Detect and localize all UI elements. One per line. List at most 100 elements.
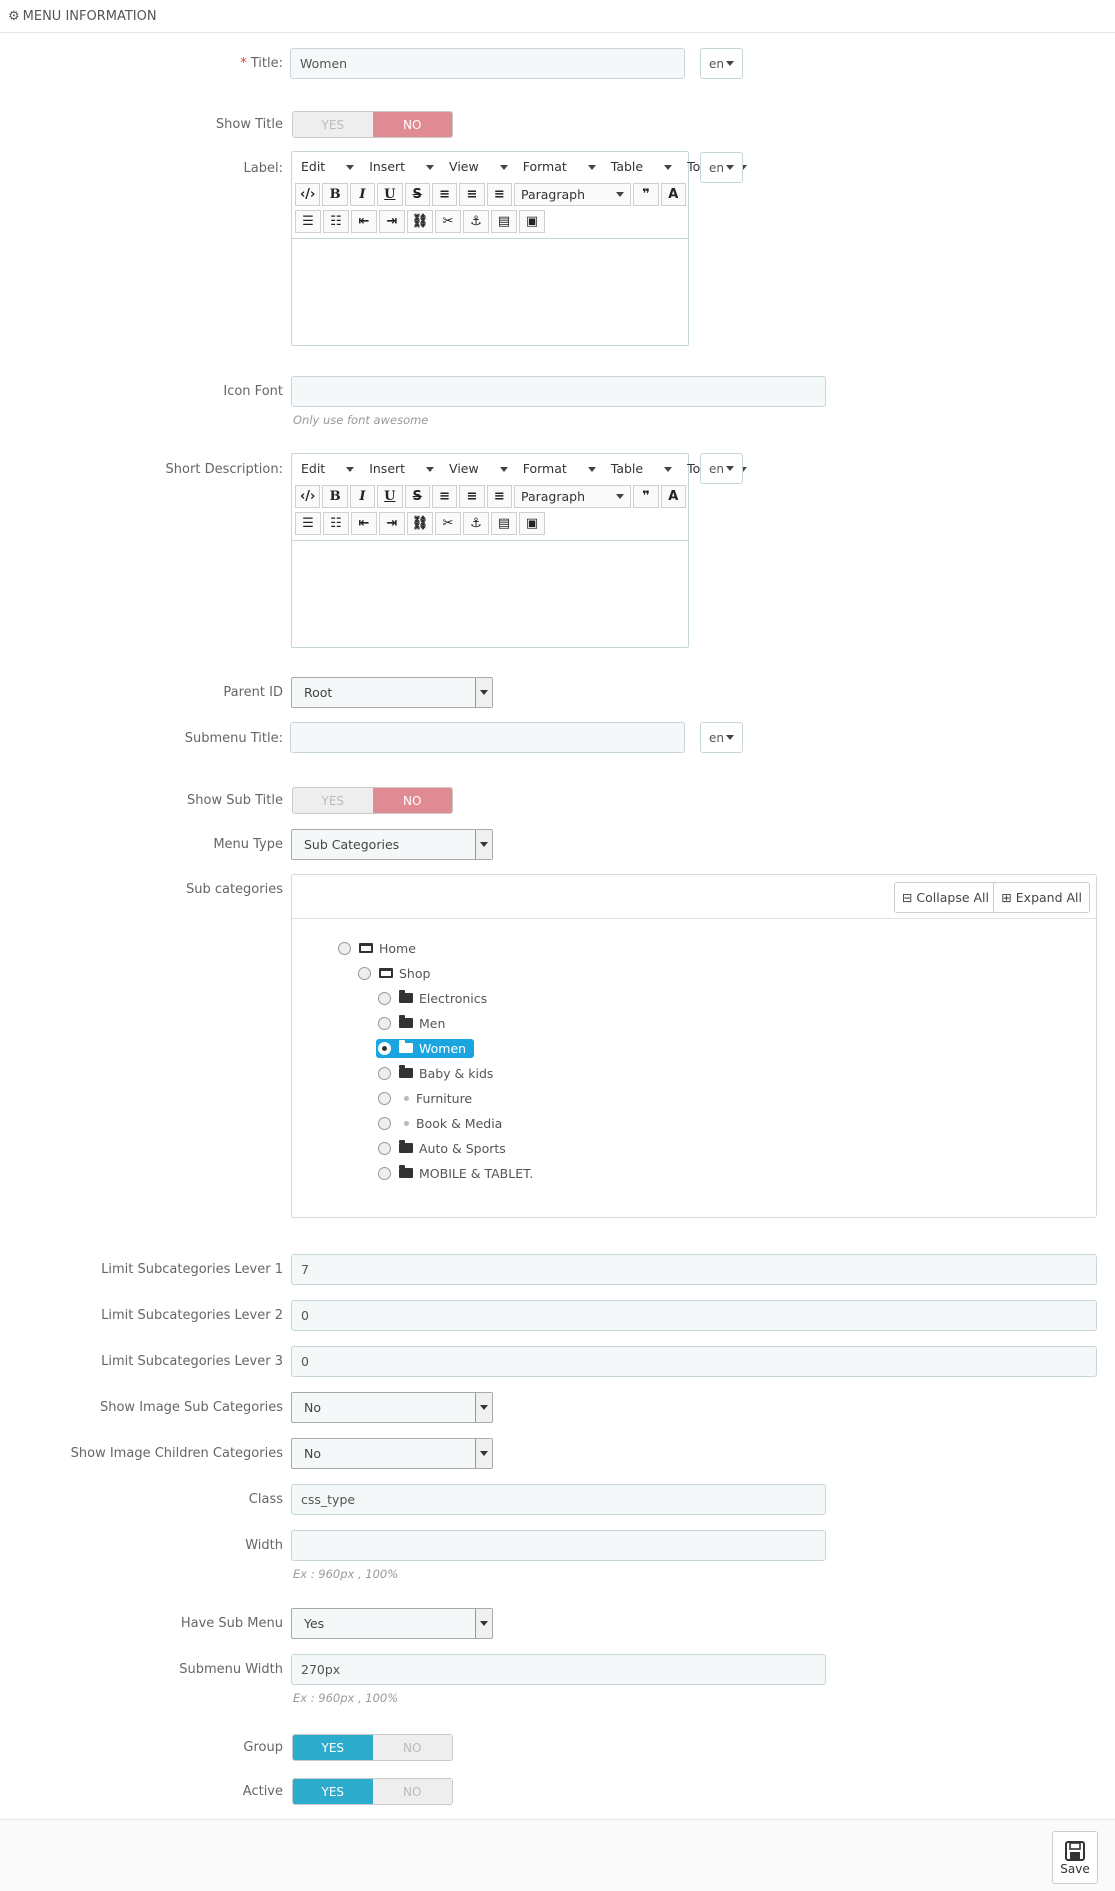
- link-icon[interactable]: ⛓: [407, 210, 433, 233]
- bold-icon[interactable]: B: [322, 183, 348, 206]
- media-icon[interactable]: ▤: [491, 512, 517, 535]
- radio-button[interactable]: [378, 1141, 391, 1155]
- align-right-icon[interactable]: ≡: [486, 485, 512, 508]
- link-icon[interactable]: ⛓: [407, 512, 433, 535]
- indent-icon[interactable]: ⇥: [379, 210, 405, 233]
- underline-icon[interactable]: U: [377, 485, 403, 508]
- tree-item-shop[interactable]: Shop: [358, 962, 533, 984]
- blockquote-icon[interactable]: ❞: [633, 183, 659, 206]
- limit-lever2-input[interactable]: 0: [291, 1300, 1097, 1331]
- parent-id-select[interactable]: Root: [291, 677, 493, 708]
- unlink-icon[interactable]: ✂: [435, 210, 461, 233]
- numbered-list-icon[interactable]: ☷: [323, 210, 349, 233]
- blockquote-icon[interactable]: ❞: [633, 485, 659, 508]
- group-no[interactable]: NO: [372, 1735, 452, 1760]
- image-icon[interactable]: ▣: [519, 210, 545, 233]
- save-button[interactable]: Save: [1052, 1831, 1098, 1884]
- strikethrough-icon[interactable]: S: [404, 485, 430, 508]
- tree-item-baby-kids[interactable]: Baby & kids: [378, 1062, 533, 1084]
- anchor-icon[interactable]: ⚓: [463, 210, 489, 233]
- align-left-icon[interactable]: ≡: [431, 183, 458, 206]
- tree-item-selected[interactable]: Women: [376, 1038, 475, 1058]
- source-code-icon[interactable]: ‹/›: [295, 485, 321, 508]
- bullet-list-icon[interactable]: ☰: [295, 512, 321, 535]
- image-icon[interactable]: ▣: [519, 512, 545, 535]
- group-yes[interactable]: YES: [293, 1735, 373, 1760]
- bullet-list-icon[interactable]: ☰: [295, 210, 321, 233]
- icon-font-input[interactable]: [291, 376, 826, 407]
- media-icon[interactable]: ▤: [491, 210, 517, 233]
- radio-button[interactable]: [378, 1016, 391, 1030]
- tree-item-home[interactable]: Home: [338, 937, 533, 959]
- radio-button-checked[interactable]: [378, 1041, 391, 1055]
- text-color-icon[interactable]: A: [660, 183, 686, 206]
- radio-button[interactable]: [378, 1066, 391, 1080]
- active-yes[interactable]: YES: [293, 1779, 373, 1804]
- show-sub-title-switch[interactable]: YES NO: [292, 787, 453, 814]
- underline-icon[interactable]: U: [377, 183, 403, 206]
- editor-menu-format[interactable]: Format: [523, 461, 596, 476]
- outdent-icon[interactable]: ⇤: [351, 210, 377, 233]
- source-code-icon[interactable]: ‹/›: [295, 183, 321, 206]
- limit-lever3-input[interactable]: 0: [291, 1346, 1097, 1377]
- width-input[interactable]: [291, 1530, 826, 1561]
- outdent-icon[interactable]: ⇤: [351, 512, 377, 535]
- radio-button[interactable]: [378, 1166, 391, 1180]
- editor-content-area[interactable]: [292, 540, 688, 647]
- group-switch[interactable]: YES NO: [292, 1734, 453, 1761]
- tree-item-book-media[interactable]: Book & Media: [378, 1112, 533, 1134]
- align-right-icon[interactable]: ≡: [486, 183, 512, 206]
- editor-menu-table[interactable]: Table: [611, 159, 673, 174]
- editor-content-area[interactable]: [292, 238, 688, 345]
- label-editor[interactable]: Edit Insert View Format Table Tools ‹/› …: [291, 151, 747, 346]
- show-image-children-select[interactable]: No: [291, 1438, 493, 1469]
- title-lang-dropdown[interactable]: en: [700, 48, 743, 79]
- tree-item-electronics[interactable]: Electronics: [378, 987, 533, 1009]
- expand-all-button[interactable]: ⊞ Expand All: [993, 882, 1090, 913]
- short-description-lang-dropdown[interactable]: en: [700, 453, 743, 484]
- radio-button[interactable]: [378, 1091, 391, 1105]
- show-title-switch[interactable]: YES NO: [292, 111, 453, 138]
- title-input[interactable]: Women: [290, 48, 685, 79]
- radio-button[interactable]: [338, 941, 351, 955]
- submenu-title-lang-dropdown[interactable]: en: [700, 722, 743, 753]
- tree-item-men[interactable]: Men: [378, 1012, 533, 1034]
- submenu-title-input[interactable]: [290, 722, 685, 753]
- strikethrough-icon[interactable]: S: [404, 183, 430, 206]
- label-lang-dropdown[interactable]: en: [700, 152, 743, 183]
- submenu-width-input[interactable]: 270px: [291, 1654, 826, 1685]
- align-center-icon[interactable]: ≡: [459, 485, 485, 508]
- editor-menu-format[interactable]: Format: [523, 159, 596, 174]
- have-sub-menu-select[interactable]: Yes: [291, 1608, 493, 1639]
- editor-menu-edit[interactable]: Edit: [301, 461, 355, 476]
- collapse-all-button[interactable]: ⊟ Collapse All: [893, 882, 997, 913]
- numbered-list-icon[interactable]: ☷: [323, 512, 349, 535]
- align-center-icon[interactable]: ≡: [459, 183, 485, 206]
- radio-button[interactable]: [358, 966, 371, 980]
- editor-menu-insert[interactable]: Insert: [369, 461, 435, 476]
- italic-icon[interactable]: I: [349, 183, 376, 206]
- block-format-select[interactable]: Paragraph: [514, 485, 632, 508]
- bold-icon[interactable]: B: [322, 485, 348, 508]
- editor-menu-insert[interactable]: Insert: [369, 159, 435, 174]
- tree-item-women[interactable]: Women: [376, 1037, 533, 1059]
- indent-icon[interactable]: ⇥: [379, 512, 405, 535]
- block-format-select[interactable]: Paragraph: [514, 183, 632, 206]
- show-title-yes[interactable]: YES: [293, 112, 373, 137]
- editor-menu-view[interactable]: View: [449, 159, 508, 174]
- tree-item-furniture[interactable]: Furniture: [378, 1087, 533, 1109]
- editor-menu-table[interactable]: Table: [611, 461, 673, 476]
- italic-icon[interactable]: I: [349, 485, 376, 508]
- radio-button[interactable]: [378, 1116, 391, 1130]
- unlink-icon[interactable]: ✂: [435, 512, 461, 535]
- class-input[interactable]: css_type: [291, 1484, 826, 1515]
- editor-menu-view[interactable]: View: [449, 461, 508, 476]
- show-image-sub-select[interactable]: No: [291, 1392, 493, 1423]
- active-no[interactable]: NO: [372, 1779, 452, 1804]
- anchor-icon[interactable]: ⚓: [463, 512, 489, 535]
- limit-lever1-input[interactable]: 7: [291, 1254, 1097, 1285]
- show-sub-title-yes[interactable]: YES: [293, 788, 373, 813]
- show-sub-title-no[interactable]: NO: [372, 788, 452, 813]
- short-description-editor[interactable]: Edit Insert View Format Table Tools ‹/› …: [291, 453, 747, 648]
- text-color-icon[interactable]: A: [660, 485, 686, 508]
